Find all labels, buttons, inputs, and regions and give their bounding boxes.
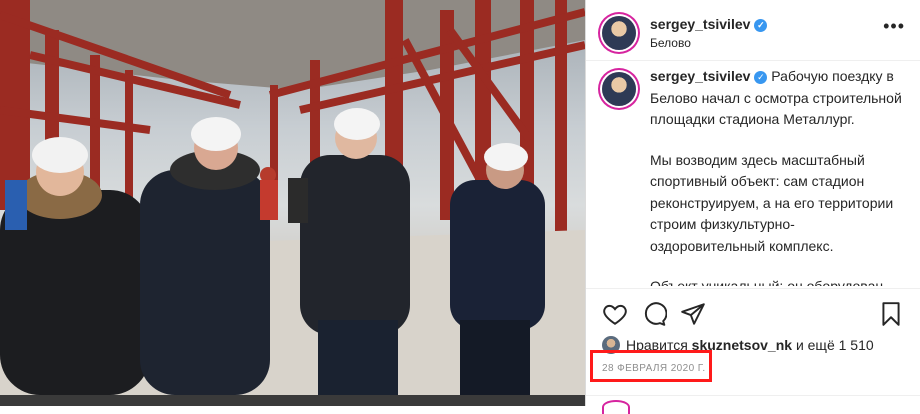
- share-icon[interactable]: [680, 301, 706, 327]
- bookmark-icon[interactable]: [878, 301, 904, 327]
- author-username-text[interactable]: sergey_tsivilev: [650, 16, 750, 32]
- post-side-panel: sergey_tsivilev ✓ Белово ••• sergey_tsivi…: [585, 0, 920, 414]
- verified-badge-icon: ✓: [754, 71, 768, 84]
- date-highlight-box: [590, 350, 712, 382]
- likes-suffix[interactable]: и ещё 1 510: [796, 337, 874, 353]
- post-header: sergey_tsivilev ✓ Белово •••: [586, 0, 920, 61]
- photo-bottom-strip: [0, 395, 585, 406]
- person-2: [140, 117, 270, 395]
- post-actions-bar: [586, 288, 920, 339]
- more-options-icon[interactable]: •••: [883, 16, 905, 37]
- post-caption: sergey_tsivilev ✓ Рабочую поездку в Белов…: [650, 66, 906, 286]
- verified-badge-icon: ✓: [754, 19, 768, 32]
- comment-icon[interactable]: [641, 301, 668, 327]
- caption-username[interactable]: sergey_tsivilev: [650, 68, 750, 84]
- caption-paragraph-2: Мы возводим здесь масштабный спортивный …: [650, 151, 894, 254]
- caption-paragraph-3: Объект уникальный: он оборудован для спо…: [650, 278, 884, 286]
- heart-icon[interactable]: [602, 301, 628, 327]
- caption-author-avatar[interactable]: [602, 72, 636, 106]
- construction-site-image: [0, 0, 585, 395]
- author-username[interactable]: sergey_tsivilev ✓: [650, 16, 768, 32]
- post-photo[interactable]: [0, 0, 585, 395]
- author-avatar[interactable]: [602, 16, 636, 50]
- next-post-avatar-edge: [602, 400, 630, 414]
- divider: [586, 395, 920, 396]
- post-location[interactable]: Белово: [650, 36, 691, 50]
